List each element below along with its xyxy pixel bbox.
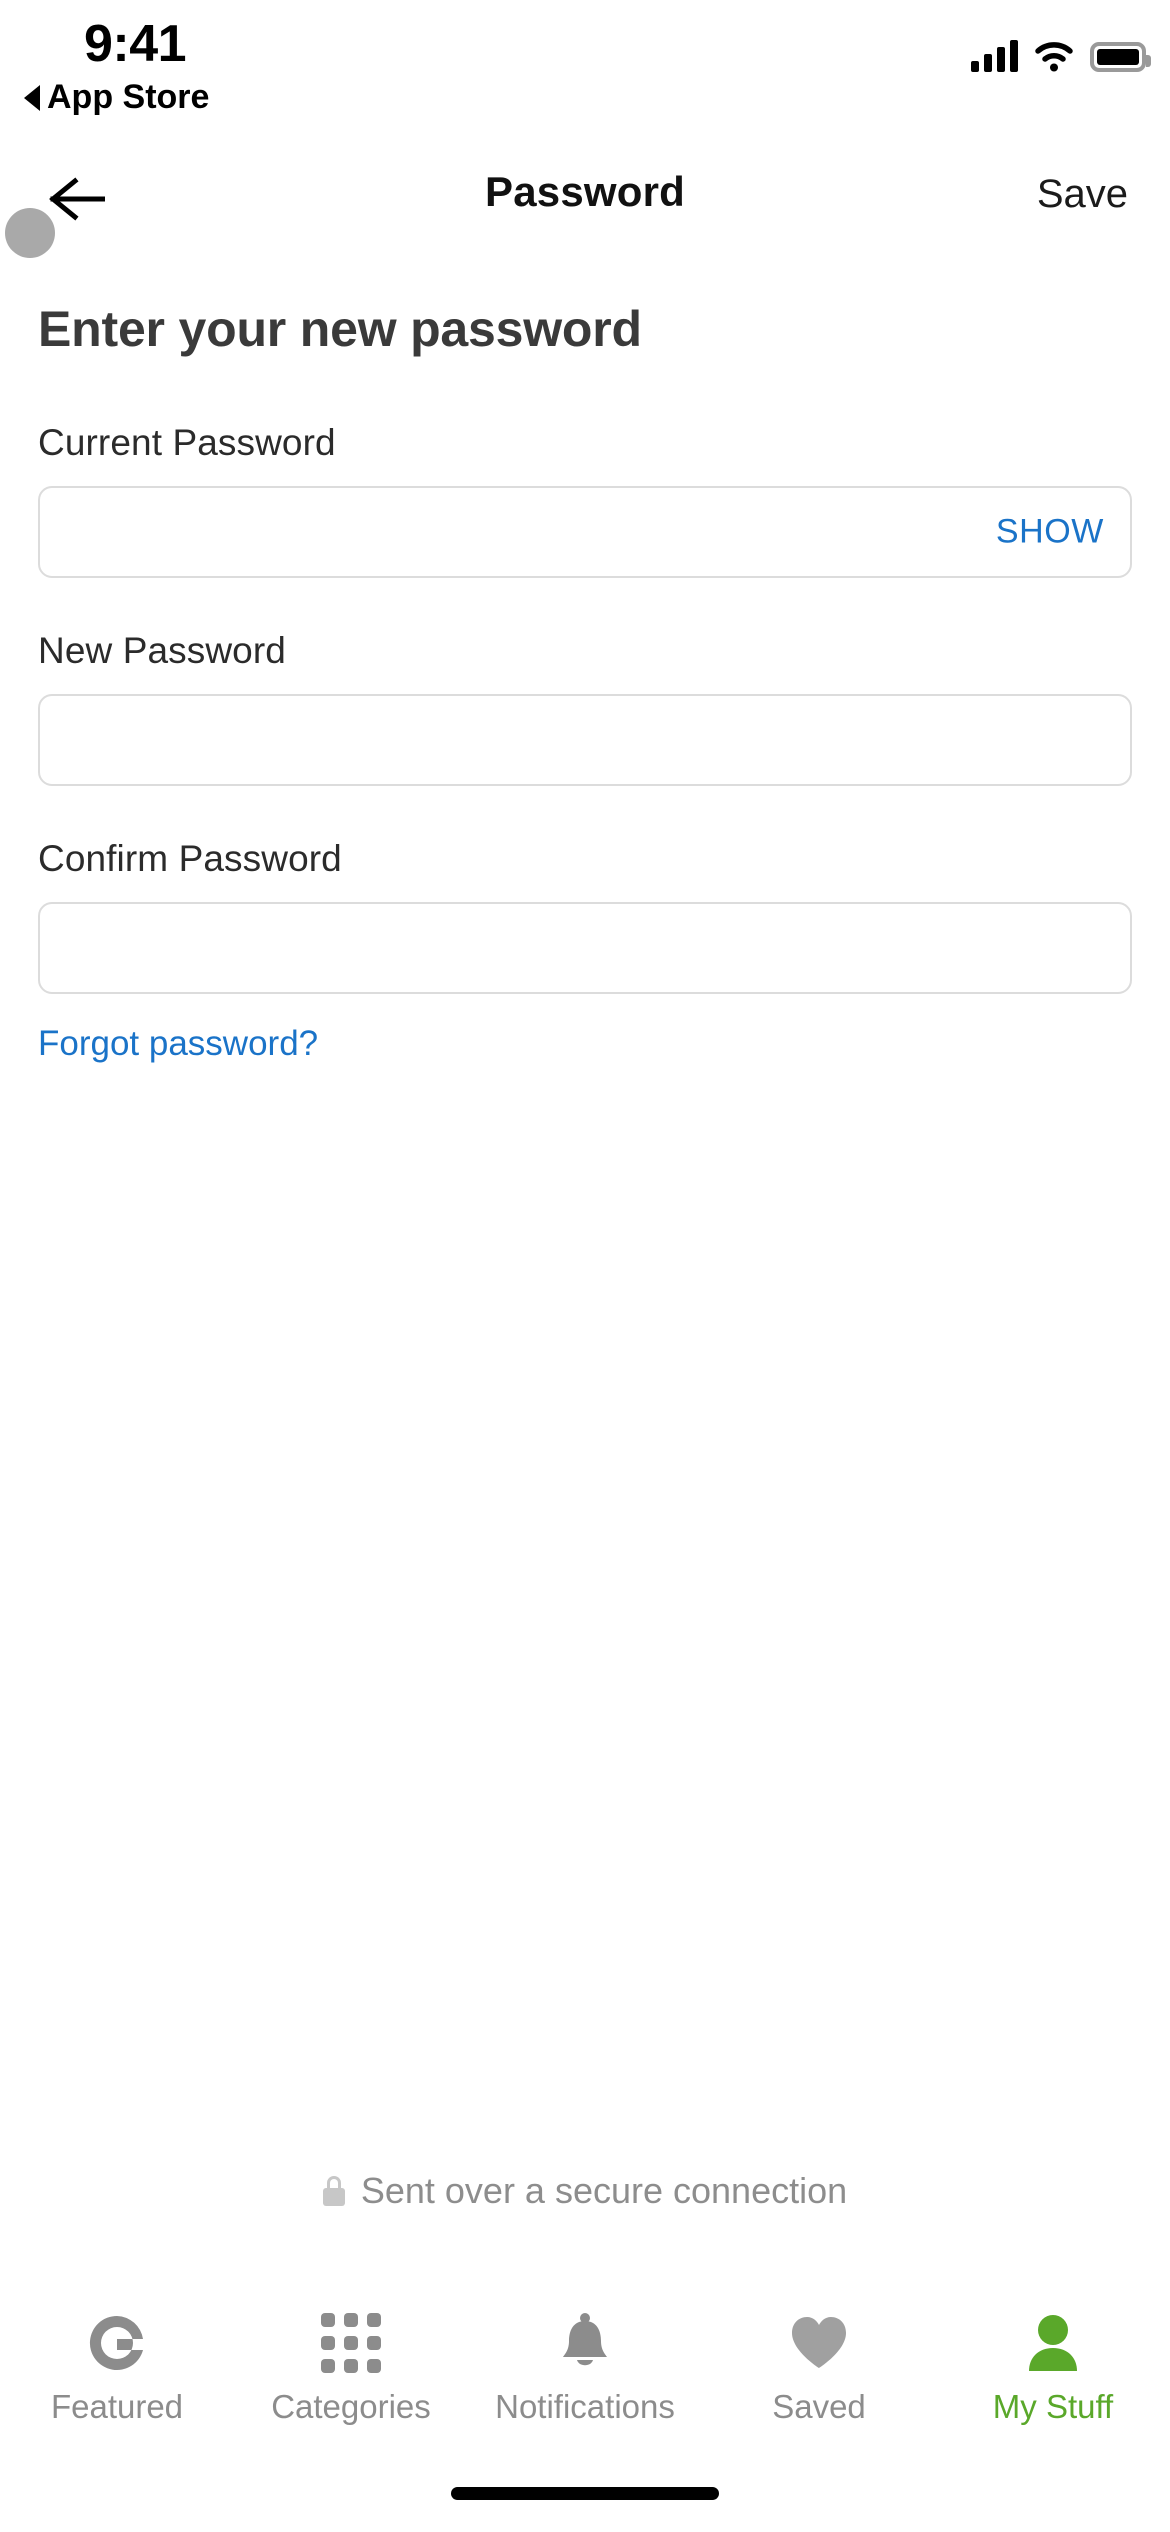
field-label-confirm-password: Confirm Password [38, 838, 342, 879]
save-button[interactable]: Save [1037, 172, 1128, 217]
tab-label-saved: Saved [772, 2388, 866, 2425]
confirm-password-input[interactable] [40, 904, 1130, 992]
forgot-password-link[interactable]: Forgot password? [38, 1024, 1170, 1064]
secure-connection-note: Sent over a secure connection [0, 2170, 1170, 2212]
tab-notifications[interactable]: Notifications [468, 2312, 702, 2426]
main-content: Enter your new password Current Password… [0, 300, 1170, 1064]
new-password-input[interactable] [40, 696, 1130, 784]
page-title: Password [484, 168, 685, 215]
form-heading: Enter your new password [38, 301, 642, 357]
field-label-current-password: Current Password [38, 422, 336, 463]
person-icon [1025, 2312, 1081, 2374]
field-label-new-password: New Password [38, 630, 286, 671]
tab-label-my-stuff: My Stuff [992, 2388, 1114, 2425]
secure-connection-text: Sent over a secure connection [360, 2170, 848, 2211]
current-password-input[interactable] [40, 488, 1130, 576]
input-wrapper-confirm-password[interactable] [38, 902, 1132, 994]
wifi-icon [1034, 40, 1074, 72]
lock-icon [322, 2176, 345, 2206]
field-confirm-password: Confirm Password [38, 838, 1132, 994]
tab-label-categories: Categories [271, 2388, 431, 2425]
cellular-signal-icon [971, 40, 1018, 72]
heart-icon [789, 2312, 849, 2374]
status-bar-back-to-app-store[interactable]: App Store [24, 78, 209, 117]
battery-icon [1090, 42, 1151, 72]
home-indicator [451, 2487, 719, 2500]
back-triangle-icon [24, 84, 40, 111]
input-wrapper-new-password[interactable] [38, 694, 1132, 786]
tab-my-stuff[interactable]: My Stuff [936, 2312, 1170, 2426]
navigation-bar: Password Save [0, 158, 1170, 248]
show-password-button[interactable]: SHOW [996, 513, 1104, 552]
status-bar-back-label: App Store [47, 78, 210, 116]
field-current-password: Current Password SHOW [38, 422, 1132, 578]
cursor-indicator [5, 208, 55, 258]
grid-icon [321, 2312, 381, 2374]
g-logo-icon [86, 2312, 148, 2374]
tab-bar: Featured Categories Notifications Saved … [0, 2300, 1170, 2460]
tab-saved[interactable]: Saved [702, 2312, 936, 2426]
tab-featured[interactable]: Featured [0, 2312, 234, 2426]
tab-label-featured: Featured [50, 2388, 184, 2425]
status-bar-indicators [971, 30, 1151, 72]
tab-categories[interactable]: Categories [234, 2312, 468, 2426]
field-new-password: New Password [38, 630, 1132, 786]
tab-label-notifications: Notifications [495, 2388, 675, 2425]
phone-screen: 9:41 App Store Password Save Enter your … [0, 0, 1170, 2532]
status-bar: 9:41 App Store [0, 0, 1170, 150]
bell-icon [557, 2312, 613, 2374]
input-wrapper-current-password[interactable]: SHOW [38, 486, 1132, 578]
status-bar-time: 9:41 [84, 15, 187, 73]
